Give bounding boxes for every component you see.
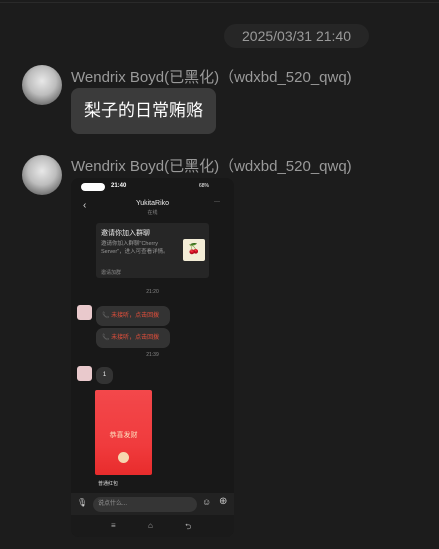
battery-level: 68% <box>199 183 210 189</box>
emoji-icon: ☺ <box>202 497 212 507</box>
missed-call: 📞 未接听，点击回拨 <box>96 328 170 348</box>
invite-card: 邀请你加入群聊 邀请你加入群聊"Cherry Server"，进入可查看详情。 … <box>96 223 209 278</box>
status-time: 21:40 <box>111 183 127 189</box>
image-message[interactable]: 21:40 68% ‹ YukitaRiko 在线 ··· 邀请你加入群聊 邀请… <box>71 178 234 537</box>
invite-footer: 邀请加群 <box>101 270 122 276</box>
voice-icon: 🎙 <box>77 498 88 507</box>
call-label: 未接听，点击回拨 <box>111 335 160 341</box>
menu-icon: ≡ <box>111 521 116 530</box>
cherry-icon: 🍒 <box>183 239 205 261</box>
home-icon: ⌂ <box>148 521 153 530</box>
message-input: 说点什么... <box>93 497 197 512</box>
invite-title: 邀请你加入群聊 <box>101 230 150 237</box>
invite-body: 邀请你加入群聊"Cherry Server"，进入可查看详情。 <box>101 241 169 255</box>
avatar[interactable] <box>22 155 62 195</box>
contact-avatar <box>77 366 92 381</box>
avatar[interactable] <box>22 65 62 105</box>
nav-bar: ≡ ⌂ ⮌ <box>71 515 234 537</box>
top-divider <box>0 0 439 3</box>
chat-status: 在线 <box>147 210 158 216</box>
back-nav-icon: ⮌ <box>185 522 192 531</box>
red-packet-coin-icon <box>118 452 129 463</box>
message-timestamp: 2025/03/31 21:40 <box>224 24 369 48</box>
plus-icon: ⊕ <box>219 496 228 507</box>
text-message: 1 <box>96 367 113 384</box>
status-pill <box>81 183 105 191</box>
red-packet-label: 普通红包 <box>98 481 119 487</box>
time-divider: 21:20 <box>146 289 159 295</box>
red-packet-text: 恭喜发财 <box>109 432 138 439</box>
chat-title: YukitaRiko <box>135 200 170 207</box>
more-icon: ··· <box>214 199 220 205</box>
sender-name: Wendrix Boyd(已黑化)（wdxbd_520_qwq) <box>71 158 352 175</box>
red-packet: 恭喜发财 <box>95 390 152 475</box>
time-divider: 21:39 <box>146 352 159 358</box>
contact-avatar <box>77 305 92 320</box>
call-label: 未接听，点击回拨 <box>111 313 160 319</box>
sender-name: Wendrix Boyd(已黑化)（wdxbd_520_qwq) <box>71 69 352 86</box>
message-bubble[interactable]: 梨子的日常贿赂 <box>71 88 216 134</box>
missed-call: 📞 未接听，点击回拨 <box>96 306 170 326</box>
input-bar: 🎙 说点什么... ☺ ⊕ <box>71 493 234 515</box>
